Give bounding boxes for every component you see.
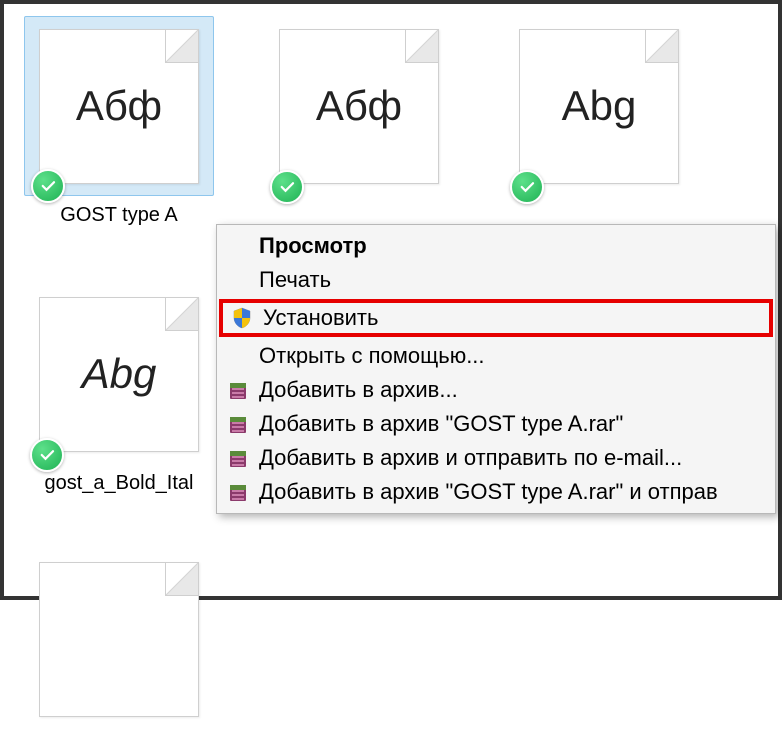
font-icon-wrap: Abg (504, 16, 694, 196)
menu-label: Просмотр (259, 233, 367, 259)
winrar-icon (227, 481, 249, 503)
files-grid: Абф GOST type A Абф Abg (4, 4, 778, 239)
menu-add-archive-email[interactable]: Добавить в архив и отправить по e-mail..… (219, 441, 773, 475)
sync-check-icon (510, 170, 544, 204)
menu-open-with[interactable]: Открыть с помощью... (219, 339, 773, 373)
menu-label: Добавить в архив "GOST type A.rar" (259, 411, 623, 437)
font-file-label: gost_a_Bold_Ital (44, 472, 193, 495)
font-file-item[interactable]: Abg gost_a_Bold_Ital (24, 284, 214, 495)
font-preview-text: Abg (82, 350, 157, 398)
font-file-item[interactable]: Абф (264, 16, 454, 227)
menu-label: Установить (263, 305, 378, 331)
sync-check-icon (31, 169, 65, 203)
font-icon-wrap: Абф (24, 16, 214, 196)
menu-label: Добавить в архив "GOST type A.rar" и отп… (259, 479, 718, 505)
menu-add-archive[interactable]: Добавить в архив... (219, 373, 773, 407)
winrar-icon (227, 413, 249, 435)
sync-check-icon (270, 170, 304, 204)
font-preview-text: Abg (562, 82, 637, 130)
menu-label: Печать (259, 267, 331, 293)
font-file-icon: Abg (39, 297, 199, 452)
font-icon-wrap: Abg (24, 284, 214, 464)
font-file-item[interactable]: Абф GOST type A (24, 16, 214, 227)
menu-add-archive-named[interactable]: Добавить в архив "GOST type A.rar" (219, 407, 773, 441)
font-file-icon: Abg (519, 29, 679, 184)
font-preview-text: Абф (76, 82, 162, 130)
menu-print[interactable]: Печать (219, 263, 773, 297)
menu-add-archive-named-send[interactable]: Добавить в архив "GOST type A.rar" и отп… (219, 475, 773, 509)
font-file-label: GOST type A (60, 204, 177, 227)
font-icon-wrap: Абф (264, 16, 454, 196)
winrar-icon (227, 447, 249, 469)
font-file-item-partial[interactable] (24, 549, 214, 729)
font-file-item[interactable]: Abg (504, 16, 694, 227)
context-menu: Просмотр Печать Установить Открыть с пом… (216, 224, 776, 514)
winrar-icon (227, 379, 249, 401)
font-file-icon (39, 562, 199, 717)
menu-label: Открыть с помощью... (259, 343, 485, 369)
font-icon-wrap (24, 549, 214, 729)
sync-check-icon (30, 438, 64, 472)
menu-install[interactable]: Установить (219, 299, 773, 337)
menu-label: Добавить в архив... (259, 377, 458, 403)
menu-preview[interactable]: Просмотр (219, 229, 773, 263)
font-file-icon: Абф (279, 29, 439, 184)
font-preview-text: Абф (316, 82, 402, 130)
font-file-icon: Абф (39, 29, 199, 184)
uac-shield-icon (231, 307, 253, 329)
menu-label: Добавить в архив и отправить по e-mail..… (259, 445, 682, 471)
